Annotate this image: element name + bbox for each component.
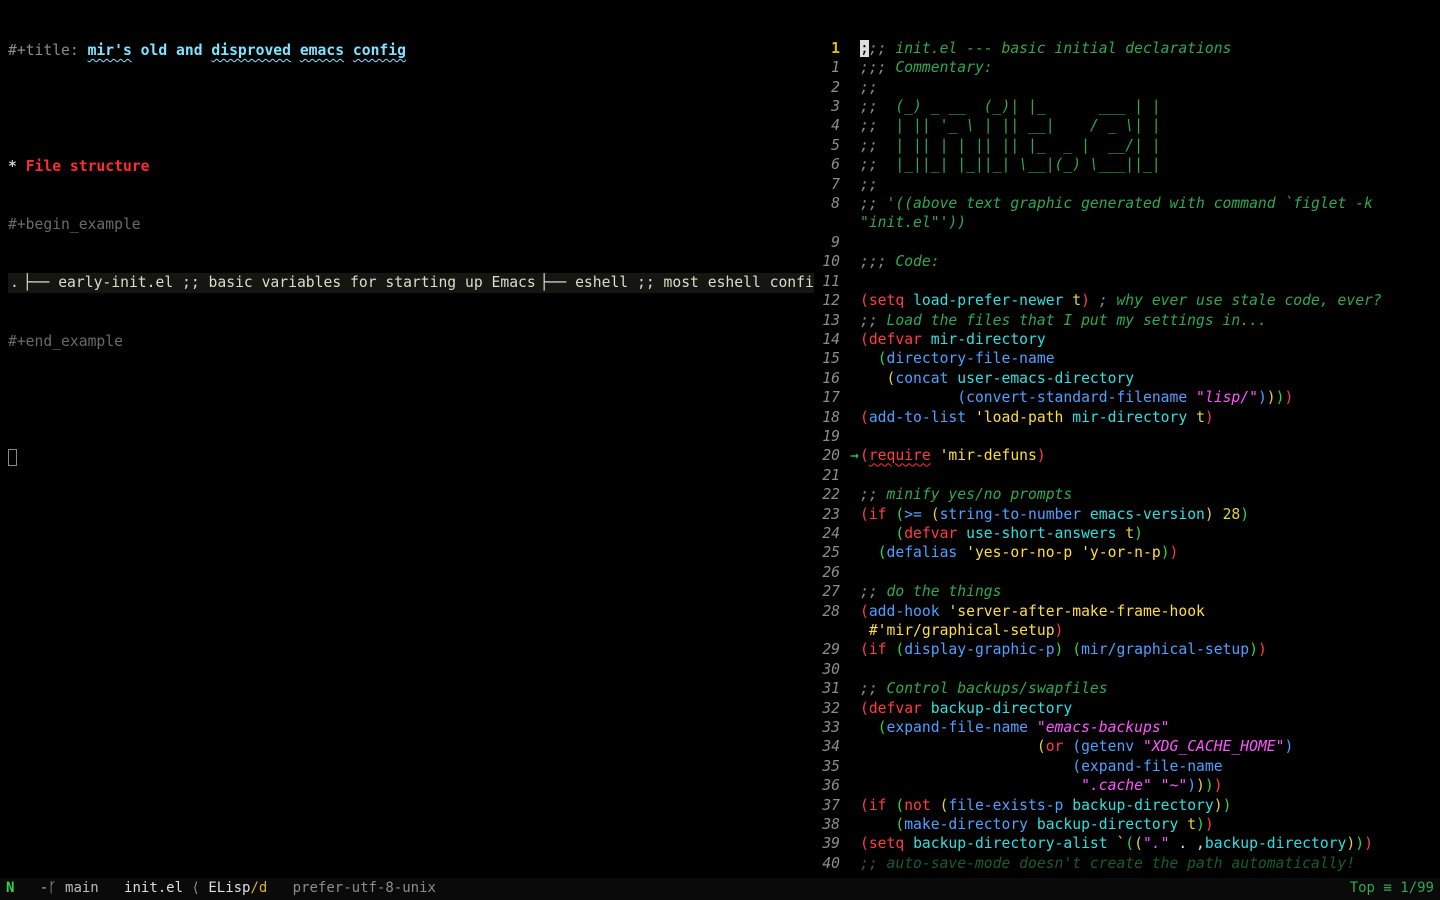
code-line: 33 (expand-file-name "emacs-backups" bbox=[814, 718, 1440, 737]
code-line: 1;;; init.el --- basic initial declarati… bbox=[814, 39, 1440, 58]
code-line: 22;; minify yes/no prompts bbox=[814, 485, 1440, 504]
code-line: 21 bbox=[814, 466, 1440, 485]
org-title-line: #+title: mir's old and disproved emacs c… bbox=[8, 41, 814, 60]
code-line: 34 (or (getenv "XDG_CACHE_HOME") bbox=[814, 737, 1440, 756]
modeline-evil-state: N bbox=[6, 879, 14, 898]
modeline-modified-flag: /d bbox=[251, 879, 268, 898]
modeline-branch: main bbox=[65, 879, 99, 898]
point-caret bbox=[8, 448, 814, 467]
code-line: 26 bbox=[814, 563, 1440, 582]
code-line: 6;; |_||_| |_||_| \__|(_) \___||_| bbox=[814, 155, 1440, 174]
file-tree-block: .├── early-init.el ;; basic variables fo… bbox=[8, 273, 814, 292]
code-line: 29(if (display-graphic-p) (mir/graphical… bbox=[814, 640, 1440, 659]
code-line: 30 bbox=[814, 660, 1440, 679]
code-line: 2;; bbox=[814, 78, 1440, 97]
code-line: 24 (defvar use-short-answers t) bbox=[814, 524, 1440, 543]
code-line: 23(if (>= (string-to-number emacs-versio… bbox=[814, 505, 1440, 524]
code-line: 40;; auto-save-mode doesn't create the p… bbox=[814, 854, 1440, 873]
code-line: 27;; do the things bbox=[814, 582, 1440, 601]
code-line: 11 bbox=[814, 272, 1440, 291]
code-line: 19 bbox=[814, 427, 1440, 446]
modeline-encoding: prefer-utf-8-unix bbox=[267, 879, 461, 898]
modeline-vc-icon: -ᚴ bbox=[40, 879, 57, 898]
code-line: 18(add-to-list 'load-path mir-directory … bbox=[814, 408, 1440, 427]
code-line: 10;;; Code: bbox=[814, 252, 1440, 271]
modeline-filename: init.el bbox=[124, 879, 183, 898]
org-end-example: #+end_example bbox=[8, 332, 814, 351]
code-line: 9 bbox=[814, 233, 1440, 252]
code-line: 16 (concat user-emacs-directory bbox=[814, 369, 1440, 388]
code-line: 25 (defalias 'yes-or-no-p 'y-or-n-p)) bbox=[814, 543, 1440, 562]
code-line: 14(defvar mir-directory bbox=[814, 330, 1440, 349]
org-begin-example: #+begin_example bbox=[8, 215, 814, 234]
org-heading: * File structure bbox=[8, 157, 814, 176]
modeline-position: Top ≡ 1/99 bbox=[1350, 879, 1434, 898]
code-line: 20→(require 'mir-defuns) bbox=[814, 446, 1440, 465]
left-pane-readme[interactable]: #+title: mir's old and disproved emacs c… bbox=[0, 0, 814, 878]
right-pane-init-el[interactable]: 1;;; init.el --- basic initial declarati… bbox=[814, 0, 1440, 878]
code-line: 38 (make-directory backup-directory t)) bbox=[814, 815, 1440, 834]
code-line: 1;;; Commentary: bbox=[814, 58, 1440, 77]
code-line: 12(setq load-prefer-newer t) ; why ever … bbox=[814, 291, 1440, 310]
code-line: 39(setq backup-directory-alist `(("." . … bbox=[814, 834, 1440, 853]
code-line: 35 (expand-file-name bbox=[814, 757, 1440, 776]
code-line: 15 (directory-file-name bbox=[814, 349, 1440, 368]
code-line: 37(if (not (file-exists-p backup-directo… bbox=[814, 796, 1440, 815]
code-line: 3;; (_) _ __ (_)| |_ ___ | | bbox=[814, 97, 1440, 116]
code-line: 36 ".cache" "~")))) bbox=[814, 776, 1440, 795]
code-line: 7;; bbox=[814, 175, 1440, 194]
code-line: 17 (convert-standard-filename "lisp/")))… bbox=[814, 388, 1440, 407]
code-line: 5;; | || | | || || |_ _ | __/| | bbox=[814, 136, 1440, 155]
modeline: N -ᚴ main init.el ⟨ ELisp/d prefer-utf-8… bbox=[0, 878, 1440, 900]
code-lines: 1;;; init.el --- basic initial declarati… bbox=[814, 39, 1440, 873]
modeline-major-mode: ELisp bbox=[208, 879, 250, 898]
tree-line: . bbox=[8, 273, 21, 292]
code-line: 31;; Control backups/swapfiles bbox=[814, 679, 1440, 698]
code-line: 13;; Load the files that I put my settin… bbox=[814, 311, 1440, 330]
code-line: 4;; | || '_ \ | || __| / _ \| | bbox=[814, 116, 1440, 135]
tree-line: ├── eshell ;; most eshell configuration … bbox=[538, 273, 814, 292]
code-line: 32(defvar backup-directory bbox=[814, 699, 1440, 718]
tree-line: ├── early-init.el ;; basic variables for… bbox=[21, 273, 538, 292]
